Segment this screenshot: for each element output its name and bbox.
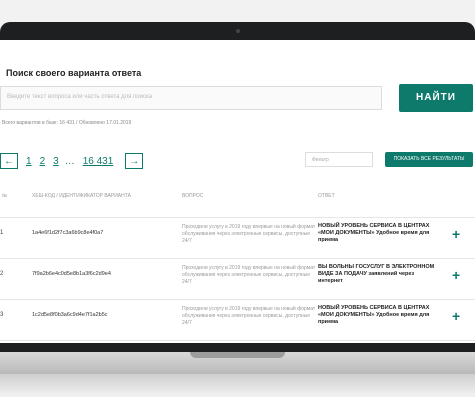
row-question: Проходили услугу в 2019 году впервые на … bbox=[182, 265, 316, 285]
table-row: 1 1a4e6f1d2f7c3a6b9c8e4f0a7 Проходили ус… bbox=[0, 218, 475, 259]
table-row: 3 1c2d5e8f0b3a6c9d4e7f1a2b5c Проходили у… bbox=[0, 300, 475, 341]
search-button[interactable]: НАЙТИ bbox=[399, 84, 473, 112]
header-code: ХЕШ-КОД / ИДЕНТИФИКАТОР ВАРИАНТА bbox=[32, 193, 131, 199]
next-page-button[interactable]: → bbox=[125, 153, 144, 169]
header-num: № bbox=[2, 193, 8, 199]
table-row: 2 7f9a2b6e4c0d5e8b1a3f6c2d9e4 Проходили … bbox=[0, 259, 475, 300]
page-link-3[interactable]: 3 bbox=[53, 156, 59, 167]
pagination: ← 1 2 3 … 16 431 → bbox=[0, 150, 144, 172]
laptop-shadow bbox=[0, 374, 475, 397]
row-code: 1a4e6f1d2f7c3a6b9c8e4f0a7 bbox=[32, 230, 104, 236]
camera-dot bbox=[236, 29, 240, 33]
add-plus-icon[interactable]: + bbox=[452, 308, 460, 324]
row-num: 1 bbox=[0, 230, 4, 236]
search-hint: Всего вариантов в базе: 16 431 / Обновле… bbox=[2, 120, 132, 126]
show-all-button[interactable]: ПОКАЗАТЬ ВСЕ РЕЗУЛЬТАТЫ bbox=[385, 152, 473, 167]
add-plus-icon[interactable]: + bbox=[452, 226, 460, 242]
row-code: 7f9a2b6e4c0d5e8b1a3f6c2d9e4 bbox=[32, 271, 111, 277]
row-num: 2 bbox=[0, 271, 4, 277]
page-link-1[interactable]: 1 bbox=[26, 156, 32, 167]
row-code: 1c2d5e8f0b3a6c9d4e7f1a2b5c bbox=[32, 312, 108, 318]
add-plus-icon[interactable]: + bbox=[452, 267, 460, 283]
laptop-notch bbox=[190, 352, 285, 358]
header-question: ВОПРОС bbox=[182, 193, 204, 199]
row-question: Проходили услугу в 2019 году впервые на … bbox=[182, 306, 316, 326]
search-input[interactable]: Введите текст вопроса или часть ответа д… bbox=[0, 86, 382, 110]
page-link-last[interactable]: 16 431 bbox=[83, 156, 114, 167]
page-ellipsis: … bbox=[64, 155, 75, 167]
row-answer: НОВЫЙ УРОВЕНЬ СЕРВИСА В ЦЕНТРАХ «МОИ ДОК… bbox=[318, 223, 430, 243]
row-question: Проходили услугу в 2019 году впервые на … bbox=[182, 224, 316, 244]
table-header: № ХЕШ-КОД / ИДЕНТИФИКАТОР ВАРИАНТА ВОПРО… bbox=[0, 187, 475, 218]
screen: Поиск своего варианта ответа Введите тек… bbox=[0, 40, 475, 343]
row-answer: ВЫ ВОЛЬНЫ ГОСУСЛУГ В ЭЛЕКТРОННОМ ВИДЕ ЗА… bbox=[318, 264, 435, 284]
filter-input[interactable]: Фильтр bbox=[305, 152, 373, 167]
row-answer: НОВЫЙ УРОВЕНЬ СЕРВИСА В ЦЕНТРАХ «МОИ ДОК… bbox=[318, 305, 430, 325]
search-title: Поиск своего варианта ответа bbox=[6, 68, 142, 78]
page-link-2[interactable]: 2 bbox=[40, 156, 46, 167]
prev-page-button[interactable]: ← bbox=[0, 153, 18, 169]
header-answer: ОТВЕТ bbox=[318, 193, 335, 199]
row-num: 3 bbox=[0, 312, 4, 318]
